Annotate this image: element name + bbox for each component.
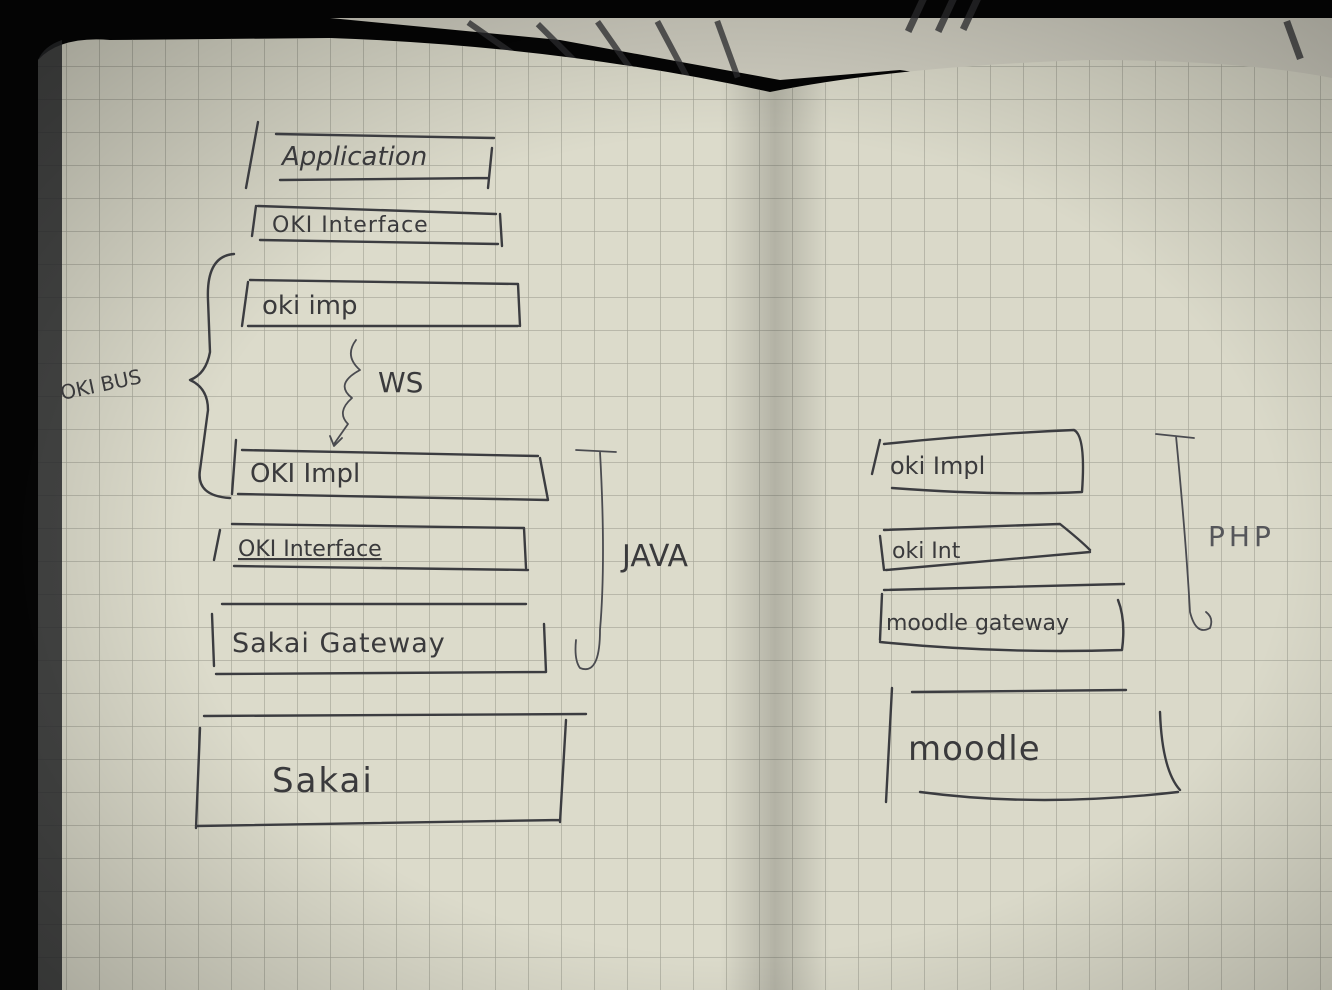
connector-label: WS (378, 366, 423, 399)
layer-label: moodle (908, 729, 1041, 769)
bracket-label: JAVA (620, 539, 689, 574)
layer-label: Sakai (272, 761, 374, 801)
layer-label: Sakai Gateway (232, 628, 446, 659)
notebook (0, 0, 1332, 990)
layer-label: oki imp (262, 291, 358, 321)
layer-label: Application (280, 142, 427, 172)
layer-label: moodle gateway (886, 611, 1069, 636)
layer-label: oki Int (892, 539, 961, 564)
layer-label: OKI Interface (238, 537, 382, 562)
notebook-photo: Application OKI Interface oki imp WS OKI… (0, 0, 1332, 990)
bracket-label: PHP (1208, 520, 1275, 553)
layer-label: oki Impl (890, 452, 985, 480)
layer-label: OKI Impl (250, 459, 360, 489)
layer-label: OKI Interface (272, 213, 429, 238)
